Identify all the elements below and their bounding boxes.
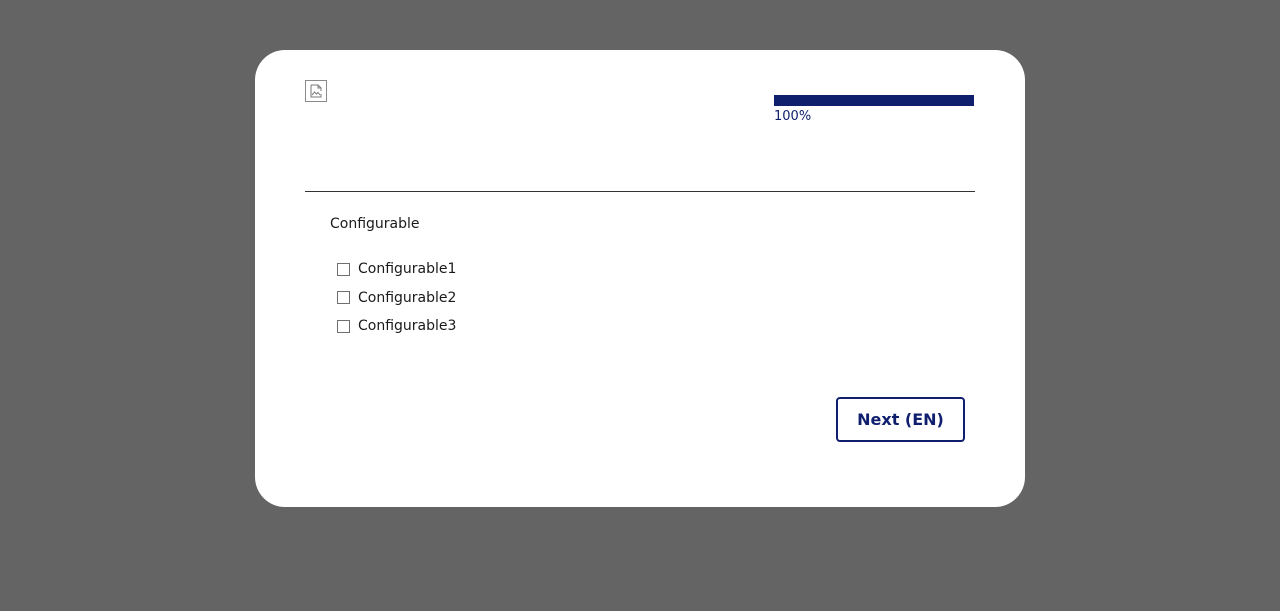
survey-card: 100% Configurable Configurable1 Configur… — [255, 50, 1025, 507]
progress-bar-fill — [774, 95, 974, 106]
checkbox-option-configurable3[interactable]: Configurable3 — [337, 312, 456, 341]
checkbox-group: Configurable1 Configurable2 Configurable… — [337, 255, 456, 341]
checkbox-option-configurable2[interactable]: Configurable2 — [337, 284, 456, 313]
broken-image-icon — [305, 80, 327, 102]
checkbox-configurable2[interactable] — [337, 291, 350, 305]
header-divider — [305, 191, 975, 192]
progress-percent-label: 100% — [774, 109, 812, 124]
checkbox-label-configurable3: Configurable3 — [358, 318, 457, 335]
question-title: Configurable — [330, 216, 420, 232]
checkbox-option-configurable1[interactable]: Configurable1 — [337, 255, 456, 284]
checkbox-configurable1[interactable] — [337, 262, 350, 276]
checkbox-label-configurable2: Configurable2 — [358, 289, 457, 306]
checkbox-configurable3[interactable] — [337, 319, 350, 333]
broken-image-glyph — [310, 84, 322, 98]
progress-indicator: 100% — [774, 95, 974, 125]
checkbox-label-configurable1: Configurable1 — [358, 261, 457, 278]
next-button[interactable]: Next (EN) — [836, 397, 965, 442]
progress-bar — [774, 95, 974, 106]
